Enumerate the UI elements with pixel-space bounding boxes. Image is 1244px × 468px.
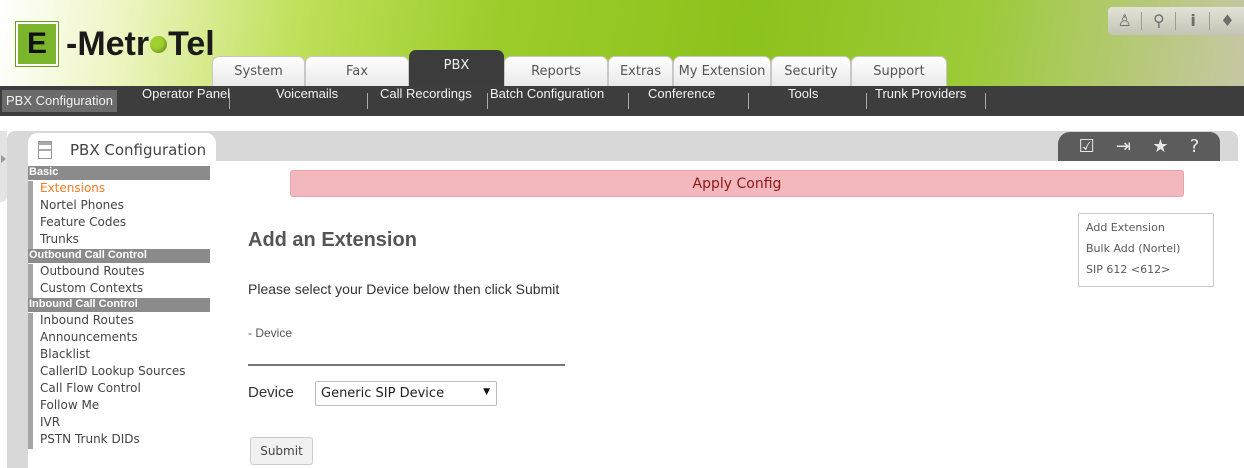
content-area [210, 161, 1238, 468]
sidebar-item-feature-codes[interactable]: Feature Codes [28, 215, 210, 232]
sidebar-section-header: Basic [28, 166, 210, 181]
subnav-separator [628, 93, 629, 109]
subnav-batch-configuration[interactable]: Batch Configuration [490, 86, 604, 116]
sidebar-item-follow-me[interactable]: Follow Me [28, 398, 210, 415]
section-divider [248, 364, 565, 366]
tab-pbx[interactable]: PBX [409, 50, 504, 86]
instructions-text: Please select your Device below then cli… [248, 281, 560, 297]
sub-navigation: PBX Configuration Operator Panel Voicemail… [0, 86, 1244, 116]
sidebar-menu: Basic Extensions Nortel Phones Feature Code… [28, 166, 210, 468]
sidebar-item-custom-contexts[interactable]: Custom Contexts [28, 281, 210, 298]
tab-my-extension[interactable]: My Extension [673, 56, 771, 86]
logout-icon[interactable]: ⇥ [1116, 136, 1131, 157]
logo-wordmark: -Metr Tel [66, 24, 215, 63]
subnav-separator [748, 93, 749, 109]
sidebar-item-callerid-lookup-sources[interactable]: CallerID Lookup Sources [28, 364, 210, 381]
help-icon[interactable]: ? [1190, 136, 1200, 157]
document-icon [38, 140, 52, 159]
subnav-operator-panel[interactable]: Operator Panel [142, 86, 230, 116]
subnav-separator [985, 93, 986, 109]
sidebar-item-blacklist[interactable]: Blacklist [28, 347, 210, 364]
sidebar-item-nortel-phones[interactable]: Nortel Phones [28, 198, 210, 215]
sidebar-item-inbound-routes[interactable]: Inbound Routes [28, 313, 210, 330]
sidebar-item-outbound-routes[interactable]: Outbound Routes [28, 264, 210, 281]
sidebar-item-call-flow-control[interactable]: Call Flow Control [28, 381, 210, 398]
tab-fax[interactable]: Fax [305, 56, 409, 86]
module-tab: PBX Configuration [28, 133, 216, 166]
tab-security[interactable]: Security [771, 56, 851, 86]
sidebar-section-header: Inbound Call Control [28, 298, 210, 313]
edit-icon[interactable]: ☑ [1079, 136, 1095, 157]
subnav-tools[interactable]: Tools [788, 86, 818, 116]
link-add-extension[interactable]: Add Extension [1086, 219, 1206, 240]
emetrotel-logo[interactable]: E -Metr Tel [16, 22, 215, 66]
tab-system[interactable]: System [212, 56, 305, 86]
subnav-separator [487, 93, 488, 109]
submit-button[interactable]: Submit [250, 437, 313, 465]
subnav-trunk-providers[interactable]: Trunk Providers [875, 86, 966, 116]
page-title: Add an Extension [248, 229, 417, 251]
subnav-separator [229, 93, 230, 109]
section-label: - Device [248, 326, 293, 340]
tab-support[interactable]: Support [851, 56, 947, 86]
subnav-pbx-configuration[interactable]: PBX Configuration [2, 90, 117, 112]
subnav-separator [367, 93, 368, 109]
sidebar-item-pstn-trunk-dids[interactable]: PSTN Trunk DIDs [28, 432, 210, 449]
apply-config-button[interactable]: Apply Config [290, 170, 1184, 197]
logo-dot-icon [150, 35, 168, 53]
subnav-separator [866, 93, 867, 109]
module-title: PBX Configuration [70, 140, 207, 159]
sidebar-toggle-handle[interactable] [0, 131, 7, 202]
tab-reports[interactable]: Reports [504, 56, 608, 86]
sidebar-item-trunks[interactable]: Trunks [28, 232, 210, 249]
main-tabs: System Fax PBX Reports Extras My Extension Sec… [212, 50, 947, 86]
subnav-voicemails[interactable]: Voicemails [276, 86, 338, 116]
sidebar-section-header: Outbound Call Control [28, 249, 210, 264]
header-banner: E -Metr Tel ♙ ⚲ i ♦ System Fax PBX Reports Extra… [0, 0, 1244, 86]
top-icon-bar: ♙ ⚲ i ♦ [1108, 7, 1244, 35]
sidebar-item-extensions[interactable]: Extensions [28, 181, 210, 198]
subnav-call-recordings[interactable]: Call Recordings [380, 86, 472, 116]
device-label: Device [248, 384, 294, 401]
tab-extras[interactable]: Extras [608, 56, 673, 86]
module-tools: ☑ ⇥ ★? [1058, 132, 1220, 161]
star-icon[interactable]: ★ [1152, 136, 1168, 157]
subnav-conference[interactable]: Conference [648, 86, 715, 116]
link-sip-612-612-[interactable]: SIP 612 <612> [1086, 261, 1206, 282]
info-icon[interactable]: i [1177, 12, 1211, 30]
device-select[interactable]: Generic SIP Device ▼ [315, 381, 497, 406]
link-bulk-add-nortel-[interactable]: Bulk Add (Nortel) [1086, 240, 1206, 261]
extension-links-box: Add Extension Bulk Add (Nortel) SIP 612 <6… [1078, 213, 1214, 287]
device-select-value: Generic SIP Device [321, 386, 445, 401]
user-icon[interactable]: ♙ [1109, 12, 1142, 30]
search-icon[interactable]: ⚲ [1143, 12, 1176, 30]
sidebar-item-announcements[interactable]: Announcements [28, 330, 210, 347]
logo-letter: E [16, 22, 58, 66]
theme-drop-icon[interactable]: ♦ [1211, 12, 1243, 30]
sidebar-item-ivr[interactable]: IVR [28, 415, 210, 432]
dropdown-arrow-icon: ▼ [483, 387, 490, 397]
